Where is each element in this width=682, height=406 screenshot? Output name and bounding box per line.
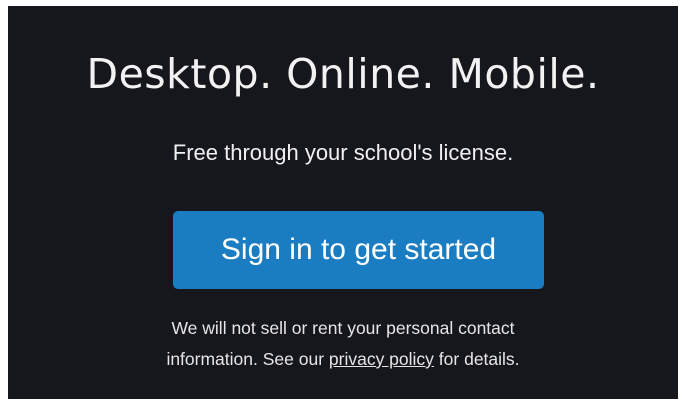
disclaimer-line-1: We will not sell or rent your personal c…	[171, 318, 515, 338]
promo-panel: Desktop. Online. Mobile. Free through yo…	[8, 6, 678, 399]
subheadline: Free through your school's license.	[172, 140, 514, 165]
disclaimer-line-2-end: for details.	[433, 349, 520, 369]
privacy-policy-link[interactable]: privacy policy	[329, 349, 434, 369]
sign-in-button[interactable]: Sign in to get started	[173, 211, 544, 289]
headline: Desktop. Online. Mobile.	[86, 50, 600, 98]
disclaimer-line-2-start: information. See our	[166, 349, 329, 369]
privacy-disclaimer: We will not sell or rent your personal c…	[8, 313, 678, 375]
